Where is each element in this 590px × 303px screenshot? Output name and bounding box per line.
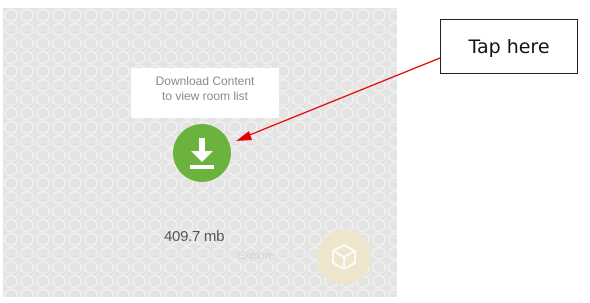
download-tooltip: Download Content to view room list — [131, 68, 279, 118]
download-button[interactable] — [173, 124, 231, 182]
app-panel: Download Content to view room list 409.7… — [3, 8, 397, 297]
cube-icon — [332, 243, 356, 271]
tooltip-line-2: to view room list — [161, 89, 249, 103]
download-icon — [190, 138, 214, 169]
explore-button[interactable] — [317, 230, 371, 284]
download-size: 409.7 mb — [164, 228, 225, 245]
explore-label: Explore — [237, 250, 275, 262]
tap-here-callout: Tap here — [440, 19, 578, 74]
tooltip-line-1: Download Content — [155, 74, 255, 88]
